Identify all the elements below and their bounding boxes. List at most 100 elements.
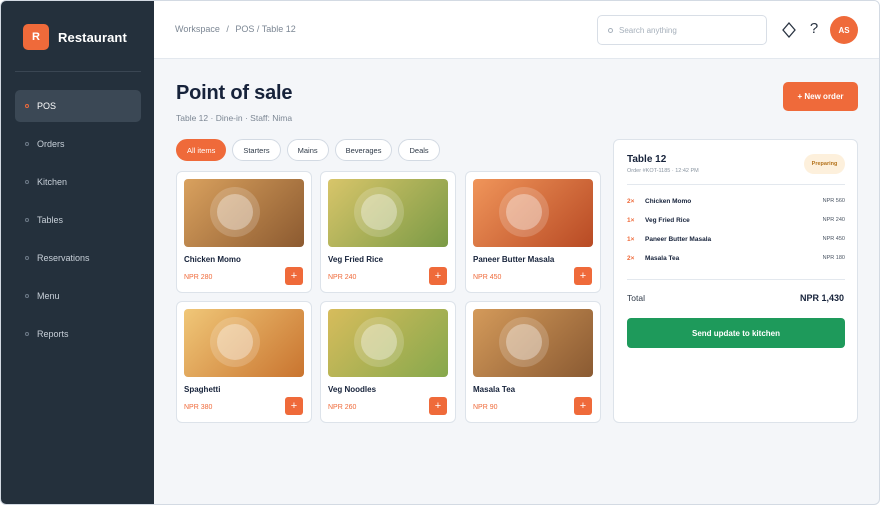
- brand-logo: R: [23, 24, 49, 50]
- sidebar-item-label: Reports: [37, 329, 69, 339]
- filter-chip-mains[interactable]: Mains: [286, 139, 329, 161]
- product-name: Chicken Momo: [184, 255, 241, 264]
- product-price: NPR 380: [184, 404, 213, 411]
- product-card[interactable]: Spaghetti NPR 380 +: [176, 301, 312, 423]
- order-line[interactable]: 2× Chicken Momo NPR 560: [627, 198, 845, 210]
- avatar[interactable]: AS: [830, 16, 858, 44]
- sidebar-item-label: Kitchen: [37, 177, 68, 187]
- order-line-qty: 2×: [627, 255, 635, 262]
- breadcrumb-separator: /: [226, 24, 229, 34]
- dot-icon: [25, 256, 29, 260]
- add-to-order-button[interactable]: +: [285, 397, 303, 415]
- search-icon: [608, 27, 613, 33]
- sidebar-item-label: Orders: [37, 139, 65, 149]
- sidebar-item-menu[interactable]: Menu: [15, 280, 141, 312]
- product-card[interactable]: Veg Fried Rice NPR 240 +: [320, 171, 456, 293]
- dot-icon: [25, 180, 29, 184]
- filter-chip-beverages[interactable]: Beverages: [334, 139, 393, 161]
- add-to-order-button[interactable]: +: [574, 267, 592, 285]
- brand[interactable]: R Restaurant: [23, 24, 127, 50]
- sidebar-item-label: POS: [37, 101, 57, 111]
- order-line-price: NPR 180: [822, 255, 845, 261]
- help-icon[interactable]: ?: [806, 20, 822, 40]
- sidebar-nav: POS Orders Kitchen Tables Reservations M…: [15, 90, 141, 356]
- filter-chip-all-items[interactable]: All items: [176, 139, 227, 161]
- sidebar-item-label: Reservations: [37, 253, 90, 263]
- product-price: NPR 450: [473, 274, 502, 281]
- sidebar-item-orders[interactable]: Orders: [15, 128, 141, 160]
- product-card[interactable]: Veg Noodles NPR 260 +: [320, 301, 456, 423]
- sidebar-divider: [15, 71, 141, 72]
- dot-icon: [25, 142, 29, 146]
- order-line-qty: 1×: [627, 217, 635, 224]
- app-window: R Restaurant POS Orders Kitchen Tables R…: [0, 0, 880, 505]
- order-divider: [627, 279, 845, 280]
- search-box[interactable]: [597, 15, 767, 45]
- product-image: [328, 309, 448, 377]
- order-line-price: NPR 450: [822, 236, 845, 242]
- sidebar-item-tables[interactable]: Tables: [15, 204, 141, 236]
- order-line-qty: 1×: [627, 236, 635, 243]
- order-line-name: Masala Tea: [645, 255, 680, 262]
- breadcrumb-workspace[interactable]: Workspace: [175, 24, 220, 34]
- product-price: NPR 90: [473, 404, 498, 411]
- top-header: Workspace / POS / Table 12 ? AS: [154, 1, 879, 59]
- sidebar-item-reports[interactable]: Reports: [15, 318, 141, 350]
- product-image: [473, 179, 593, 247]
- product-image: [184, 179, 304, 247]
- product-card[interactable]: Paneer Butter Masala NPR 450 +: [465, 171, 601, 293]
- product-name: Paneer Butter Masala: [473, 255, 555, 264]
- dot-icon: [25, 218, 29, 222]
- sidebar-item-pos[interactable]: POS: [15, 90, 141, 122]
- product-name: Veg Noodles: [328, 385, 377, 394]
- plate-graphic: [210, 317, 260, 367]
- order-line-name: Chicken Momo: [645, 198, 692, 205]
- plate-graphic: [354, 187, 404, 237]
- order-line-name: Paneer Butter Masala: [645, 236, 712, 243]
- sidebar-item-reservations[interactable]: Reservations: [15, 242, 141, 274]
- sidebar-item-label: Tables: [37, 215, 64, 225]
- sidebar-item-kitchen[interactable]: Kitchen: [15, 166, 141, 198]
- order-title: Table 12: [627, 154, 667, 165]
- add-to-order-button[interactable]: +: [285, 267, 303, 285]
- product-name: Spaghetti: [184, 385, 221, 394]
- add-to-order-button[interactable]: +: [429, 267, 447, 285]
- category-filters: All items Starters Mains Beverages Deals: [176, 139, 446, 161]
- order-panel: Table 12 Order #KOT-1185 · 12:42 PM Prep…: [613, 139, 858, 423]
- status-badge: Preparing: [804, 154, 845, 174]
- diamond-icon[interactable]: [782, 22, 796, 38]
- dot-icon: [25, 332, 29, 336]
- product-price: NPR 260: [328, 404, 357, 411]
- search-input[interactable]: [619, 25, 759, 35]
- filter-chip-starters[interactable]: Starters: [232, 139, 281, 161]
- filter-chip-deals[interactable]: Deals: [398, 139, 440, 161]
- order-line-name: Veg Fried Rice: [645, 217, 690, 224]
- order-line-price: NPR 560: [822, 198, 845, 204]
- product-card[interactable]: Masala Tea NPR 90 +: [465, 301, 601, 423]
- plate-graphic: [354, 317, 404, 367]
- product-image: [184, 309, 304, 377]
- plate-graphic: [210, 187, 260, 237]
- order-line-qty: 2×: [627, 198, 635, 205]
- plate-graphic: [499, 187, 549, 237]
- product-card[interactable]: Chicken Momo NPR 280 +: [176, 171, 312, 293]
- breadcrumb-current: POS / Table 12: [235, 24, 296, 34]
- order-meta: Order #KOT-1185 · 12:42 PM: [627, 168, 699, 174]
- product-name: Veg Fried Rice: [328, 255, 384, 264]
- page-title: Point of sale: [176, 82, 293, 104]
- send-to-kitchen-button[interactable]: Send update to kitchen: [627, 318, 845, 348]
- add-to-order-button[interactable]: +: [429, 397, 447, 415]
- total-value: NPR 1,430: [799, 293, 844, 303]
- plate-graphic: [499, 317, 549, 367]
- new-order-button[interactable]: + New order: [783, 82, 858, 111]
- order-line[interactable]: 2× Masala Tea NPR 180: [627, 255, 845, 267]
- product-price: NPR 280: [184, 274, 213, 281]
- total-label: Total: [627, 293, 645, 303]
- order-line[interactable]: 1× Paneer Butter Masala NPR 450: [627, 236, 845, 248]
- dot-icon: [25, 104, 29, 108]
- product-image: [473, 309, 593, 377]
- sidebar-item-label: Menu: [37, 291, 60, 301]
- add-to-order-button[interactable]: +: [574, 397, 592, 415]
- order-line[interactable]: 1× Veg Fried Rice NPR 240: [627, 217, 845, 229]
- order-divider: [627, 184, 845, 185]
